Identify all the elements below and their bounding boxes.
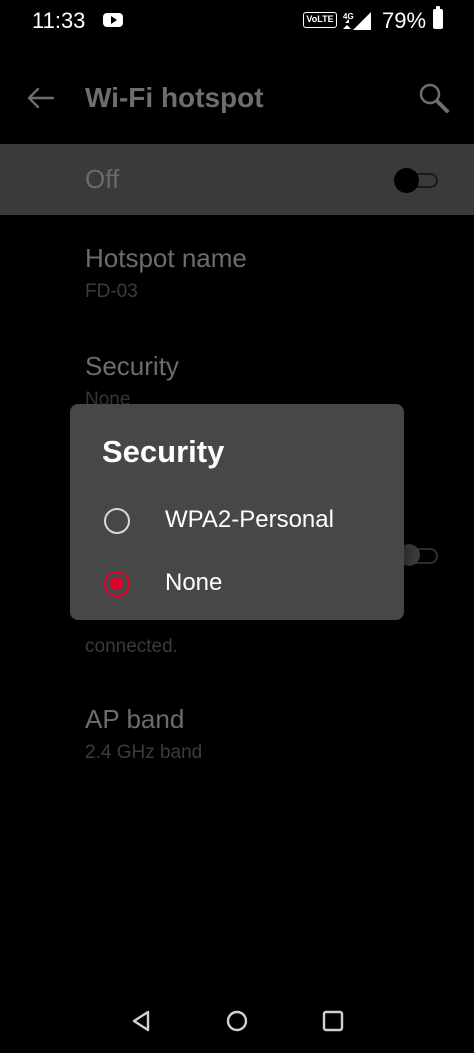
hotspot-toggle-switch[interactable]: [394, 168, 440, 193]
background-setting-switch[interactable]: [398, 544, 442, 568]
hotspot-toggle-row[interactable]: Off: [0, 144, 474, 215]
hotspot-name-title: Hotspot name: [85, 243, 247, 273]
radio-button-unchecked[interactable]: [104, 508, 130, 534]
recents-square-icon[interactable]: [320, 1008, 346, 1034]
hotspot-name-value: FD-03: [85, 281, 138, 302]
network-type-label: 4G: [343, 12, 354, 21]
radio-option-wpa2-personal[interactable]: WPA2-Personal: [70, 490, 404, 550]
connected-note: connected.: [85, 636, 178, 657]
app-bar: Wi-Fi hotspot: [0, 60, 474, 136]
battery-icon: [433, 6, 443, 29]
setting-ap-band[interactable]: AP band 2.4 GHz band: [85, 703, 455, 767]
radio-label: None: [165, 569, 223, 596]
navigation-bar: [0, 990, 474, 1053]
dialog-title: Security: [102, 434, 225, 469]
youtube-notification-icon: [103, 13, 123, 27]
status-time: 11:33: [32, 8, 86, 33]
radio-option-none[interactable]: None: [70, 553, 404, 613]
status-bar: 11:33 VoLTE 4G 79%: [0, 0, 474, 42]
back-triangle-icon[interactable]: [128, 1008, 154, 1034]
ap-band-title: AP band: [85, 704, 185, 734]
security-title: Security: [85, 351, 179, 381]
toggle-knob: [394, 168, 419, 193]
home-circle-icon[interactable]: [224, 1008, 250, 1034]
security-dialog: Security WPA2-Personal None: [70, 404, 404, 620]
radio-button-checked[interactable]: [104, 571, 130, 597]
back-arrow-icon[interactable]: [24, 82, 56, 114]
setting-hotspot-name[interactable]: Hotspot name FD-03: [85, 242, 455, 306]
ap-band-value: 2.4 GHz band: [85, 742, 203, 763]
search-icon[interactable]: [416, 80, 452, 116]
signal-4g-icon: 4G: [343, 12, 371, 30]
radio-label: WPA2-Personal: [165, 506, 334, 533]
hotspot-toggle-label: Off: [85, 164, 120, 194]
volte-badge: VoLTE: [303, 12, 337, 28]
page-title: Wi-Fi hotspot: [85, 82, 264, 113]
battery-percent: 79%: [382, 8, 427, 33]
